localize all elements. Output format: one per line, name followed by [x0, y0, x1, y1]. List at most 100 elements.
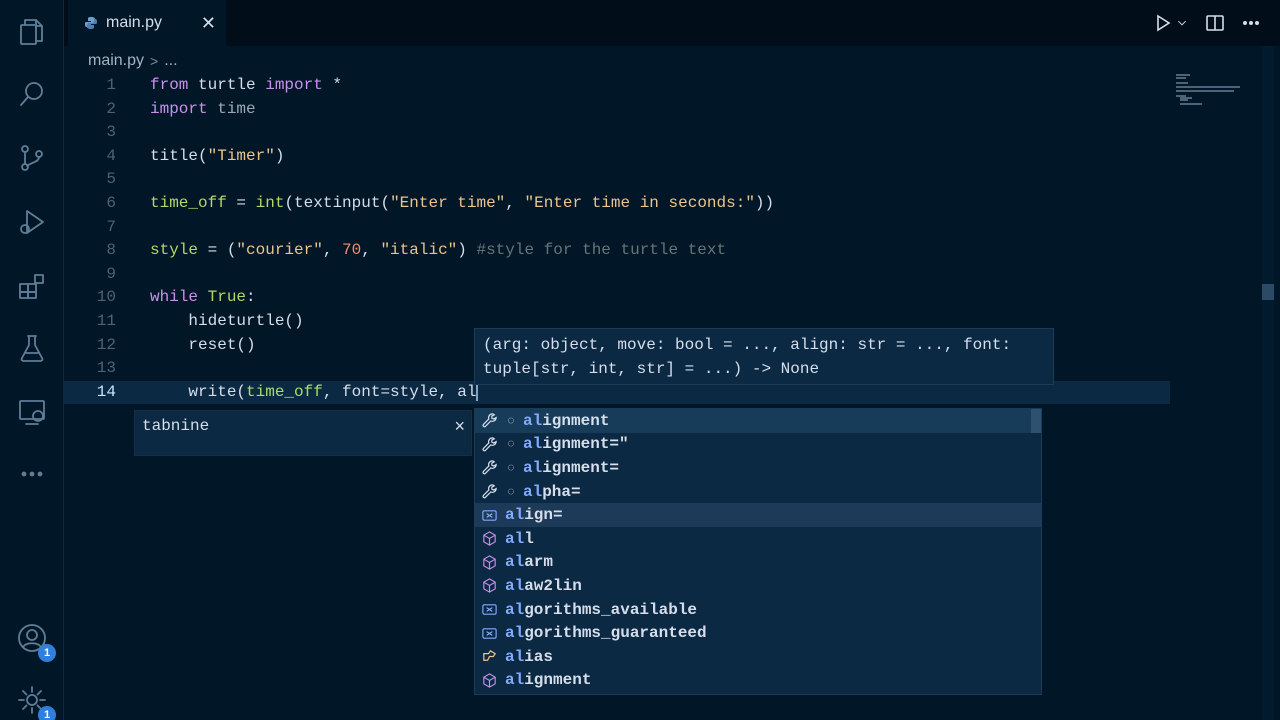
suggestion-item[interactable]: ◌ alignment=": [475, 433, 1041, 457]
variable-icon: [479, 623, 499, 643]
code-line[interactable]: 2 import time: [64, 98, 1170, 122]
line-number: 2: [106, 99, 116, 118]
activity-bar: 1 1: [0, 0, 64, 720]
signature-help-popup: (arg: object, move: bool = ..., align: s…: [474, 328, 1054, 385]
code-text: from turtle import *: [150, 76, 343, 94]
code-text: import time: [150, 99, 256, 118]
module-icon: [479, 576, 499, 596]
suggestion-label: algorithms_available: [505, 600, 698, 619]
signature-line-1: (arg: object, move: bool = ..., align: s…: [483, 336, 1012, 354]
code-line[interactable]: 5: [64, 168, 1170, 192]
tabnine-close-icon[interactable]: ×: [454, 416, 465, 437]
run-debug-icon[interactable]: [14, 204, 50, 240]
settings-badge: 1: [38, 706, 56, 720]
search-icon[interactable]: [14, 76, 50, 112]
explorer-icon[interactable]: [14, 14, 50, 50]
class-icon: [479, 647, 499, 667]
line-number: 11: [96, 312, 116, 330]
suggestion-item[interactable]: alarm: [475, 551, 1041, 575]
tabnine-label: tabnine: [142, 417, 210, 435]
code-line[interactable]: 10 while True:: [64, 286, 1170, 310]
suggestion-label: all: [505, 529, 534, 548]
suggestion-item[interactable]: ◌ alignment=: [475, 456, 1041, 480]
breadcrumb-separator: >: [150, 53, 159, 69]
suggestion-label: alignment=": [523, 435, 629, 454]
run-dropdown-chevron-icon[interactable]: [1174, 10, 1190, 36]
code-line[interactable]: 6 time_off = int(textinput("Enter time", …: [64, 192, 1170, 216]
suggestion-list: ◌ alignment ◌ alignment=" ◌ alignment= ◌ alpha=…: [474, 408, 1042, 695]
module-icon: [479, 552, 499, 572]
line-number: 4: [106, 146, 116, 165]
code-line[interactable]: 9: [64, 263, 1170, 287]
remote-explorer-icon[interactable]: [14, 394, 50, 430]
suggestion-label: alignment: [523, 411, 610, 430]
suggestion-label: alarm: [505, 553, 554, 572]
settings-gear-icon[interactable]: 1: [14, 682, 56, 720]
code-text: title("Timer"): [150, 146, 285, 165]
suggestion-item[interactable]: ◌ alpha=: [475, 480, 1041, 504]
breadcrumb-more[interactable]: ...: [164, 52, 177, 70]
source-control-icon[interactable]: [14, 140, 50, 176]
line-number: 14: [96, 382, 116, 401]
tabnine-dot-icon: ◌: [507, 413, 515, 428]
code-text: reset(): [150, 335, 256, 354]
wrench-icon: [479, 411, 499, 431]
wrench-icon: [479, 482, 499, 502]
suggestion-item[interactable]: alaw2lin: [475, 574, 1041, 598]
tabnine-dot-icon: ◌: [507, 484, 515, 499]
line-number: 13: [96, 359, 116, 378]
minimap[interactable]: [1176, 74, 1262, 105]
suggestion-label: algorithms_guaranteed: [505, 624, 707, 643]
split-editor-icon[interactable]: [1202, 10, 1228, 36]
editor-scrollbar[interactable]: [1262, 46, 1274, 720]
code-line[interactable]: 3: [64, 121, 1170, 145]
tab-bar: main.py ✕: [64, 0, 1280, 46]
code-text: while True:: [150, 288, 256, 307]
more-actions-icon[interactable]: [1238, 10, 1264, 36]
tabnine-dot-icon: ◌: [507, 437, 515, 452]
suggestion-item[interactable]: ◌ alignment: [475, 409, 1041, 433]
code-line[interactable]: 4 title("Timer"): [64, 145, 1170, 169]
breadcrumb-file[interactable]: main.py: [88, 52, 144, 70]
account-badge: 1: [38, 644, 56, 662]
tab-main-py[interactable]: main.py ✕: [68, 0, 226, 46]
extensions-icon[interactable]: [14, 268, 50, 304]
suggestion-item[interactable]: all: [475, 527, 1041, 551]
code-line[interactable]: 8 style = ("courier", 70, "italic") #styl…: [64, 239, 1170, 263]
suggestion-label: alaw2lin: [505, 576, 582, 595]
line-number: 8: [106, 241, 116, 260]
suggestion-item[interactable]: alignment: [475, 669, 1041, 693]
suggestion-item[interactable]: algorithms_guaranteed: [475, 621, 1041, 645]
line-number: 10: [96, 288, 116, 307]
suggestion-label: alignment=: [523, 458, 620, 477]
suggestion-label: alignment: [505, 671, 592, 690]
editor-scrollbar-thumb[interactable]: [1262, 284, 1274, 300]
testing-icon[interactable]: [14, 330, 50, 366]
module-icon: [479, 670, 499, 690]
tabnine-dot-icon: ◌: [507, 460, 515, 475]
suggestion-item[interactable]: alias: [475, 645, 1041, 669]
line-number: 5: [106, 170, 116, 189]
tab-close-icon[interactable]: ✕: [201, 13, 216, 34]
more-icon[interactable]: [14, 456, 50, 492]
account-icon[interactable]: 1: [14, 620, 56, 662]
code-line[interactable]: 7: [64, 216, 1170, 240]
module-icon: [479, 529, 499, 549]
code-text: time_off = int(textinput("Enter time", "…: [150, 194, 775, 212]
variable-icon: [479, 505, 499, 525]
code-text: write(time_off, font=style, al: [150, 382, 479, 402]
line-number: 6: [106, 194, 116, 212]
suggestion-item[interactable]: align=: [475, 503, 1041, 527]
suggestion-label: align=: [505, 506, 563, 525]
wrench-icon: [479, 434, 499, 454]
python-icon: [85, 17, 97, 29]
run-python-file-icon[interactable]: [1150, 10, 1176, 36]
code-text: style = ("courier", 70, "italic") #style…: [150, 241, 727, 260]
suggestion-item[interactable]: algorithms_available: [475, 598, 1041, 622]
line-number: 3: [106, 123, 116, 142]
line-number: 9: [106, 264, 116, 283]
code-text: hideturtle(): [150, 312, 304, 330]
code-line[interactable]: 1 from turtle import *: [64, 74, 1170, 98]
line-number: 7: [106, 217, 116, 236]
suggestion-label: alias: [505, 647, 554, 666]
